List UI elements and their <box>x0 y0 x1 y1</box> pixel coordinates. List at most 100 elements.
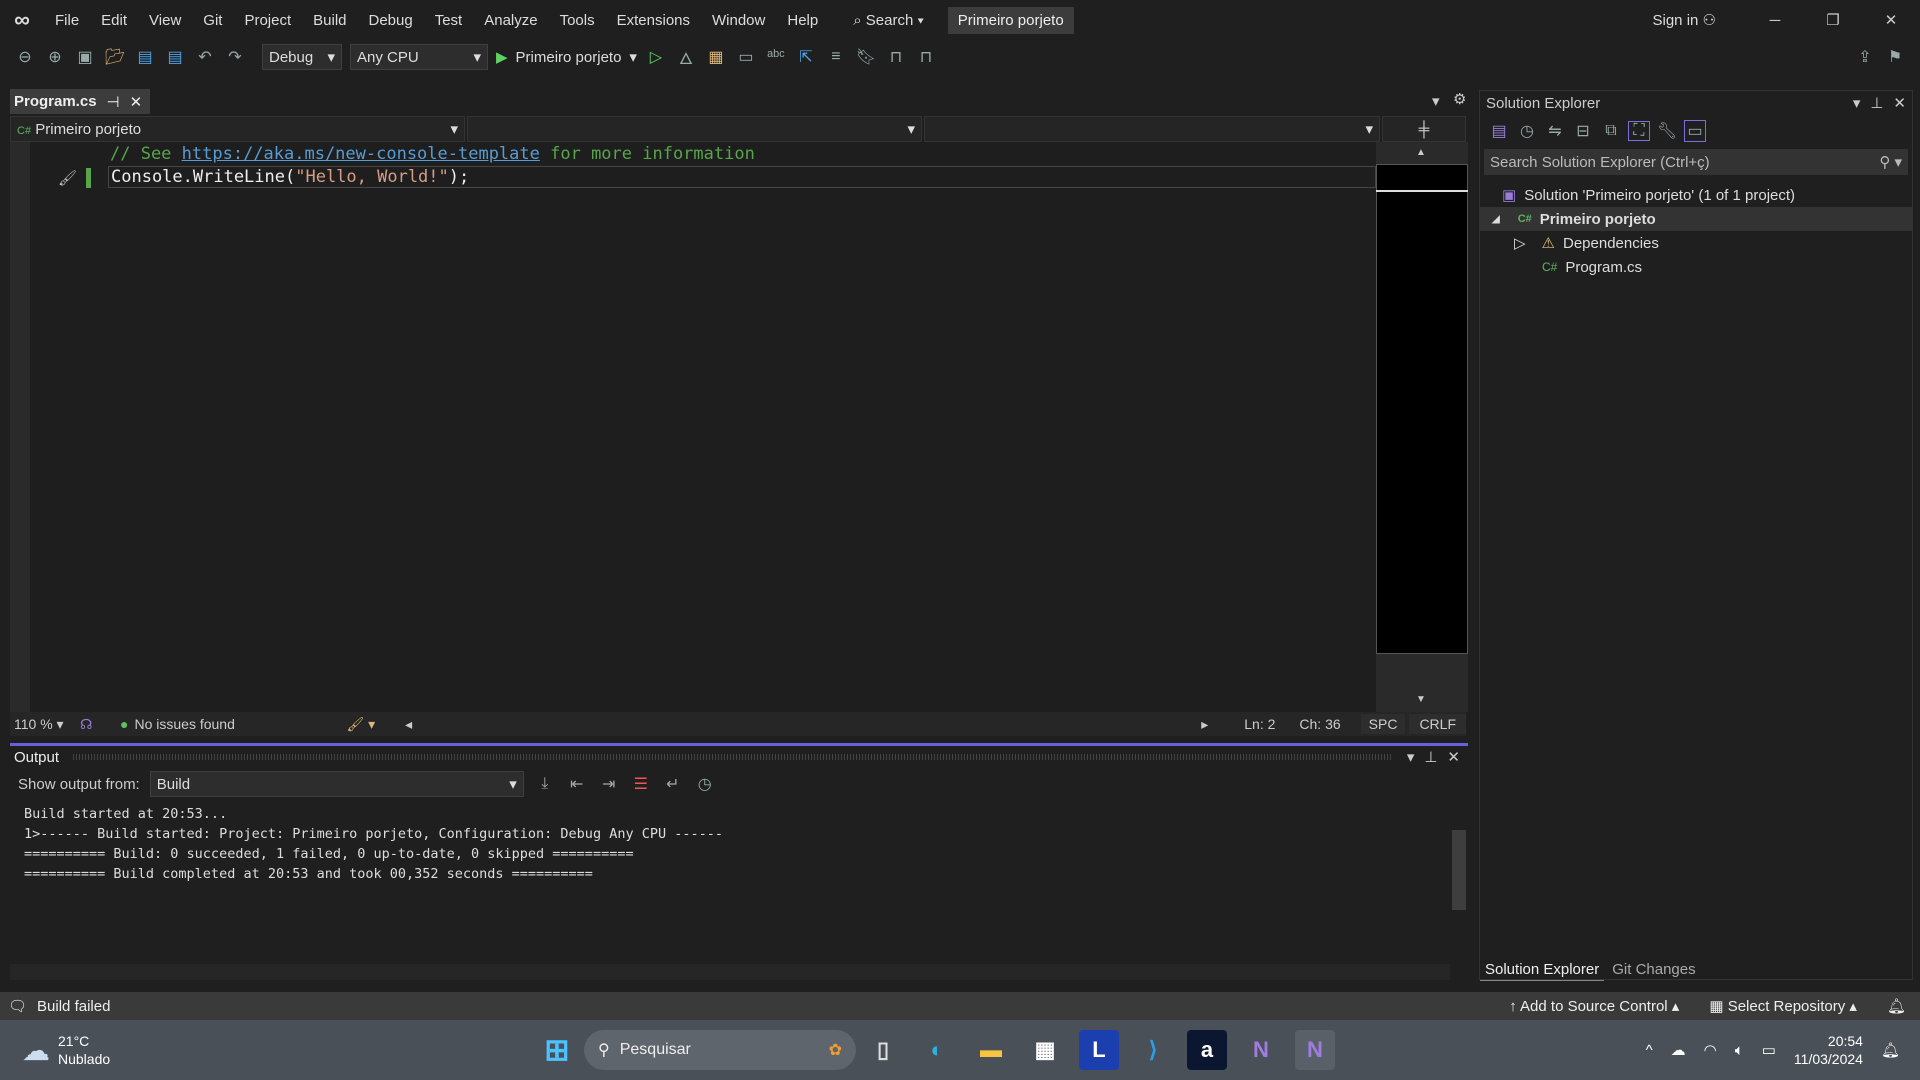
platform-select[interactable]: Any CPU ▾ <box>350 44 488 70</box>
settings-icon[interactable]: ⚙ <box>1453 90 1466 108</box>
scroll-up-icon[interactable]: ▲ <box>1416 147 1426 158</box>
back-icon[interactable]: ⊖ <box>14 47 36 67</box>
menu-extensions[interactable]: Extensions <box>606 12 701 29</box>
onedrive-icon[interactable]: ☁ <box>1671 1041 1686 1059</box>
tree-view-icon[interactable]: ⛶ <box>1628 121 1650 141</box>
feedback-icon[interactable]: ⚑ <box>1884 47 1906 67</box>
save-all-icon[interactable]: ▤ <box>164 47 186 67</box>
edge-icon[interactable]: ◐ <box>917 1030 957 1070</box>
tab-program-cs[interactable]: Program.cs ⊣ ✕ <box>10 89 150 114</box>
tree-item-dependencies[interactable]: ▷ ⚠ Dependencies <box>1480 231 1912 255</box>
l-app-icon[interactable]: L <box>1079 1030 1119 1070</box>
notification-bell-icon[interactable]: 🔔︎ <box>1881 1041 1900 1059</box>
wifi-icon[interactable]: ◠ <box>1704 1041 1717 1059</box>
quick-actions-icon[interactable]: 🖌︎ <box>58 169 77 187</box>
weather-widget[interactable]: ☁ 21°C Nublado <box>0 1032 530 1068</box>
code-link[interactable]: https://aka.ms/new-console-template <box>182 144 540 164</box>
scroll-right-icon[interactable]: ▸ <box>1201 716 1208 733</box>
restore-button[interactable]: ❐ <box>1804 11 1862 29</box>
drag-grip[interactable] <box>73 754 1393 760</box>
menu-edit[interactable]: Edit <box>90 12 138 29</box>
menu-file[interactable]: File <box>44 12 90 29</box>
start-button[interactable]: ⊞ <box>537 1030 577 1070</box>
redo-icon[interactable]: ↷ <box>224 47 246 67</box>
sign-in-button[interactable]: Sign in ⚇ <box>1653 11 1717 29</box>
select-icon[interactable]: ⇱ <box>795 47 817 67</box>
menu-help[interactable]: Help <box>776 12 829 29</box>
show-hidden-icons[interactable]: ^ <box>1646 1042 1653 1059</box>
find-in-files-icon[interactable]: ▦ <box>705 47 727 67</box>
vscode-icon[interactable]: ⟩ <box>1133 1030 1173 1070</box>
pending-changes-filter-icon[interactable]: ◷ <box>1516 121 1538 141</box>
scroll-down-icon[interactable]: ▼ <box>1416 694 1426 705</box>
visual-studio-installer-icon[interactable]: N <box>1241 1030 1281 1070</box>
type-dropdown[interactable]: ▾ <box>467 116 922 142</box>
zoom-dropdown[interactable]: 110 % ▾ <box>10 716 80 733</box>
menu-window[interactable]: Window <box>701 12 776 29</box>
battery-icon[interactable]: ▭ <box>1762 1041 1776 1059</box>
menu-tools[interactable]: Tools <box>549 12 606 29</box>
close-icon[interactable]: ✕ <box>1893 94 1906 112</box>
close-button[interactable]: ✕ <box>1862 11 1920 29</box>
save-icon[interactable]: ▤ <box>134 47 156 67</box>
output-horizontal-scrollbar[interactable] <box>10 964 1450 980</box>
scroll-thumb[interactable] <box>1376 164 1468 654</box>
code-cleanup-icon[interactable]: 🖌︎ ▾ <box>346 716 375 733</box>
go-to-location-icon[interactable]: ⤓ <box>534 775 556 793</box>
timestamp-icon[interactable]: ◷ <box>694 774 716 794</box>
switch-views-icon[interactable]: ▤ <box>1488 121 1510 141</box>
start-without-debugging-icon[interactable]: ▷ <box>645 47 667 67</box>
open-icon[interactable]: 📂︎ <box>104 47 126 67</box>
split-editor-button[interactable]: ╪ <box>1382 116 1466 142</box>
clock[interactable]: 20:54 11/03/2024 <box>1794 1032 1863 1068</box>
line-number[interactable]: Ln: 2 <box>1244 716 1275 732</box>
a-app-icon[interactable]: a <box>1187 1030 1227 1070</box>
code-editor[interactable]: 🖌︎ // See https://aka.ms/new-console-tem… <box>10 142 1376 712</box>
next-message-icon[interactable]: ⇥ <box>598 774 620 794</box>
menu-debug[interactable]: Debug <box>358 12 424 29</box>
output-vertical-scrollbar[interactable] <box>1452 810 1466 970</box>
forward-icon[interactable]: ⊕ <box>44 47 66 67</box>
select-repository-button[interactable]: ▦ Select Repository ▴ <box>1709 997 1857 1015</box>
output-text[interactable]: Build started at 20:53... 1>------ Build … <box>10 800 1468 884</box>
line-ending-indicator[interactable]: CRLF <box>1409 714 1466 734</box>
notifications-bell-icon[interactable]: 🔔︎ <box>1887 997 1906 1015</box>
volume-icon[interactable]: 🔈︎ <box>1735 1042 1744 1059</box>
new-project-icon[interactable]: ▣ <box>74 47 96 67</box>
bookmark-next-icon[interactable]: ⊓ <box>915 47 937 67</box>
undo-icon[interactable]: ↶ <box>194 47 216 67</box>
clear-all-icon[interactable]: ☰ <box>630 774 652 794</box>
window-menu-icon[interactable]: ▾ <box>1407 748 1415 766</box>
collapse-all-icon[interactable]: ⊟ <box>1572 121 1594 141</box>
project-dropdown[interactable]: C# Primeiro porjeto ▾ <box>10 116 465 142</box>
close-tab-icon[interactable]: ✕ <box>130 93 143 111</box>
file-explorer-icon[interactable]: ▬ <box>971 1030 1011 1070</box>
tab-solution-explorer[interactable]: Solution Explorer <box>1480 959 1605 981</box>
scroll-left-icon[interactable]: ◂ <box>405 716 412 733</box>
menu-view[interactable]: View <box>138 12 192 29</box>
solution-search-input[interactable]: Search Solution Explorer (Ctrl+ç) ⚲ ▾ <box>1484 149 1908 175</box>
search-button[interactable]: ⌕ Search ▾ <box>845 12 932 29</box>
preview-icon[interactable]: ▭ <box>1684 120 1706 142</box>
window-menu-icon[interactable]: ▾ <box>1853 94 1861 112</box>
visual-studio-logo-icon[interactable]: ∞ <box>0 7 44 33</box>
spell-check-icon[interactable]: ᵃᵇᶜ <box>765 48 787 66</box>
sync-icon[interactable]: ⇋ <box>1544 121 1566 141</box>
pin-icon[interactable]: ⊣ <box>107 93 120 111</box>
column-number[interactable]: Ch: 36 <box>1299 716 1340 732</box>
tree-item-project[interactable]: ◢ C# Primeiro porjeto <box>1480 207 1912 231</box>
output-source-select[interactable]: Build ▾ <box>149 771 524 797</box>
task-view-icon[interactable]: ▯ <box>863 1030 903 1070</box>
vertical-scrollbar-map[interactable]: ▲ ▼ <box>1376 142 1468 712</box>
member-dropdown[interactable]: ▾ <box>924 116 1380 142</box>
word-wrap-icon[interactable]: ↵ <box>662 774 684 794</box>
minimize-button[interactable]: ─ <box>1746 12 1804 29</box>
previous-message-icon[interactable]: ⇤ <box>566 774 588 794</box>
taskbar-search[interactable]: ⚲ Pesquisar ✿ <box>584 1030 856 1070</box>
menu-project[interactable]: Project <box>233 12 302 29</box>
menu-git[interactable]: Git <box>192 12 233 29</box>
add-to-source-control-button[interactable]: ↑ Add to Source Control ▴ <box>1509 997 1679 1015</box>
tab-git-changes[interactable]: Git Changes <box>1604 959 1703 981</box>
start-debugging-button[interactable]: ▶ Primeiro porjeto ▾ <box>496 48 637 67</box>
tree-item-solution[interactable]: ▣ Solution 'Primeiro porjeto' (1 of 1 pro… <box>1480 183 1912 207</box>
